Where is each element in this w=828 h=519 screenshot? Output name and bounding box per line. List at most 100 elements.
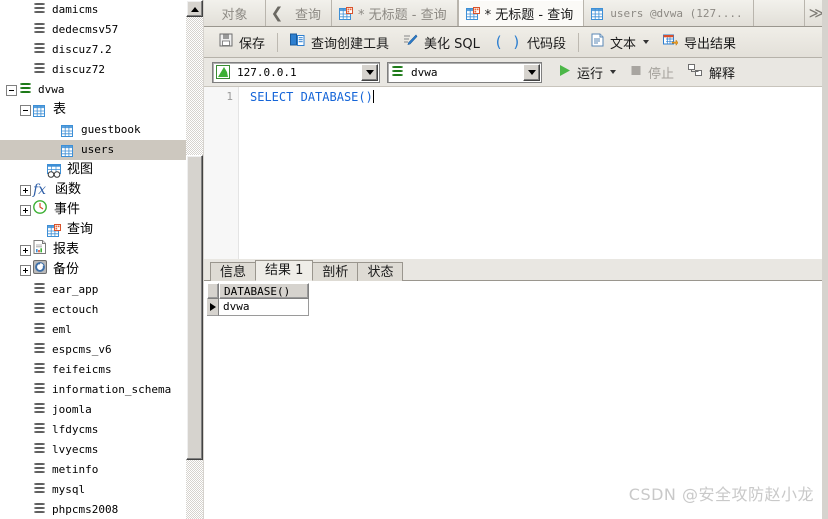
editor-tab[interactable]: users @dvwa (127....: [584, 0, 754, 26]
beautify-sql-button[interactable]: 美化 SQL: [396, 31, 487, 54]
tree-node-label: 查询: [67, 222, 94, 237]
result-grid[interactable]: DATABASE() dvwa: [207, 283, 309, 316]
export-result-button[interactable]: 导出结果: [656, 31, 743, 54]
editor-tab-label: * 无标题 - 查询: [358, 7, 447, 23]
tree-expander-plus[interactable]: [20, 204, 31, 216]
tree-node[interactable]: ear_app: [0, 280, 186, 300]
tree-node-label: guestbook: [81, 123, 141, 136]
tree-node[interactable]: metinfo: [0, 460, 186, 480]
tree-node[interactable]: lvyecms: [0, 440, 186, 460]
explain-button[interactable]: 解释: [681, 61, 742, 84]
grid-cell[interactable]: dvwa: [219, 299, 309, 316]
text-cursor: [372, 90, 374, 103]
scrollbar-thumb[interactable]: [186, 155, 203, 460]
tree-node[interactable]: espcms_v6: [0, 340, 186, 360]
tree-expander-minus[interactable]: [20, 104, 31, 116]
sql-text[interactable]: SELECT DATABASE(): [250, 90, 374, 104]
scroll-up-button[interactable]: [186, 0, 203, 17]
tab-query-group[interactable]: 查询: [288, 0, 333, 26]
tree-node[interactable]: feifeicms: [0, 360, 186, 380]
run-button[interactable]: 运行: [552, 61, 623, 84]
tab-objects[interactable]: 对象: [204, 0, 266, 26]
query-toolbar[interactable]: 保存 查询创建工具 美化 SQL () 代码段 文本 导出结果: [204, 27, 828, 58]
table-icon: [61, 144, 75, 157]
tree-node[interactable]: guestbook: [0, 120, 186, 140]
tree-node-label: dvwa: [38, 83, 65, 96]
host-select[interactable]: 127.0.0.1: [212, 61, 380, 83]
tree-node[interactable]: dedecmsv57: [0, 20, 186, 40]
tree-expander-plus[interactable]: [20, 244, 31, 256]
tree-node-label: metinfo: [52, 463, 99, 476]
database-tree[interactable]: damicms dedecmsv57 discuz7.2 discuz72 dvwa 表…: [0, 0, 186, 519]
execution-buttons[interactable]: 运行 停止 解释: [552, 61, 742, 84]
result-grid-body[interactable]: dvwa: [207, 299, 309, 316]
result-grid-header[interactable]: DATABASE(): [207, 283, 309, 299]
tree-node[interactable]: phpcms2008: [0, 500, 186, 519]
database-icon: [391, 66, 404, 80]
query-builder-label: 查询创建工具: [311, 36, 390, 52]
result-tab[interactable]: 剖析: [312, 262, 359, 281]
host-select-arrow[interactable]: [361, 63, 378, 81]
tree-expander-minus[interactable]: [6, 84, 17, 96]
database-icon: [19, 83, 32, 97]
tree-node[interactable]: ectouch: [0, 300, 186, 320]
result-tab[interactable]: 结果 1: [255, 260, 314, 281]
tree-node[interactable]: 报表: [0, 239, 186, 260]
result-tab[interactable]: 状态: [357, 262, 404, 281]
tree-node[interactable]: damicms: [0, 0, 186, 20]
text-view-button[interactable]: 文本: [584, 31, 656, 54]
window-right-edge: [822, 0, 828, 519]
tree-node[interactable]: 查询: [0, 220, 186, 240]
query-builder-button[interactable]: 查询创建工具: [283, 31, 396, 54]
tab-back-button[interactable]: ❮: [266, 0, 288, 26]
tree-node[interactable]: discuz72: [0, 60, 186, 80]
grid-column-header[interactable]: DATABASE(): [219, 283, 309, 299]
grid-row[interactable]: dvwa: [207, 299, 309, 316]
tree-node-label: 表: [53, 102, 67, 117]
tree-node[interactable]: joomla: [0, 400, 186, 420]
tree-node-label: phpcms2008: [52, 503, 119, 516]
editor-tabs[interactable]: * 无标题 - 查询 * 无标题 - 查询 users @dvwa (127..…: [332, 0, 754, 26]
tree-node[interactable]: 事件: [0, 199, 186, 220]
database-icon: [33, 463, 46, 477]
window-tab-bar[interactable]: 对象 ❮ 查询 * 无标题 - 查询 * 无标题 - 查询 users @dvw…: [204, 0, 828, 27]
result-tab-strip[interactable]: 信息 结果 1 剖析 状态: [204, 259, 828, 281]
sql-editor[interactable]: 1 SELECT DATABASE(): [204, 87, 828, 259]
database-icon: [33, 343, 46, 357]
toolbar-separator-2: [578, 32, 580, 52]
database-select[interactable]: dvwa: [387, 61, 542, 83]
tab-query-label: 查询: [295, 7, 322, 23]
database-icon: [33, 443, 46, 457]
tree-expander-plus[interactable]: [20, 264, 31, 276]
database-select-arrow[interactable]: [523, 63, 540, 81]
tree-node-label: 视图: [67, 162, 94, 177]
tree-node[interactable]: eml: [0, 320, 186, 340]
triangle-right-icon: [209, 303, 216, 311]
tree-node[interactable]: discuz7.2: [0, 40, 186, 60]
row-indicator[interactable]: [207, 299, 219, 316]
tree-node[interactable]: 视图: [0, 160, 186, 180]
tree-expander-plus[interactable]: [20, 184, 31, 196]
chevron-down-icon[interactable]: [643, 40, 650, 44]
editor-tab[interactable]: * 无标题 - 查询: [457, 0, 585, 26]
tree-node-label: joomla: [52, 403, 92, 416]
tree-node[interactable]: mysql: [0, 480, 186, 500]
snippet-button[interactable]: ( ) 代码段: [487, 31, 573, 54]
object-tree-sidebar[interactable]: damicms dedecmsv57 discuz7.2 discuz72 dvwa 表…: [0, 0, 186, 519]
tree-node[interactable]: 备份: [0, 259, 186, 280]
sql-parens: (): [358, 90, 373, 104]
connection-bar[interactable]: 127.0.0.1 dvwa 运行 停止 解释: [204, 58, 828, 87]
sidebar-vertical-scrollbar[interactable]: [186, 0, 203, 519]
tree-node[interactable]: fx 函数: [0, 180, 186, 200]
result-tab[interactable]: 信息: [210, 262, 257, 281]
editor-tab-label: users @dvwa (127....: [610, 6, 743, 20]
tree-node[interactable]: dvwa: [0, 80, 186, 100]
tree-node[interactable]: 表: [0, 100, 186, 120]
tree-node[interactable]: users: [0, 140, 186, 160]
export-result-label: 导出结果: [684, 36, 737, 52]
chevron-down-icon[interactable]: [610, 70, 617, 74]
tree-node[interactable]: information_schema: [0, 380, 186, 400]
editor-tab[interactable]: * 无标题 - 查询: [332, 0, 458, 26]
save-button[interactable]: 保存: [212, 31, 272, 54]
tree-node[interactable]: lfdycms: [0, 420, 186, 440]
